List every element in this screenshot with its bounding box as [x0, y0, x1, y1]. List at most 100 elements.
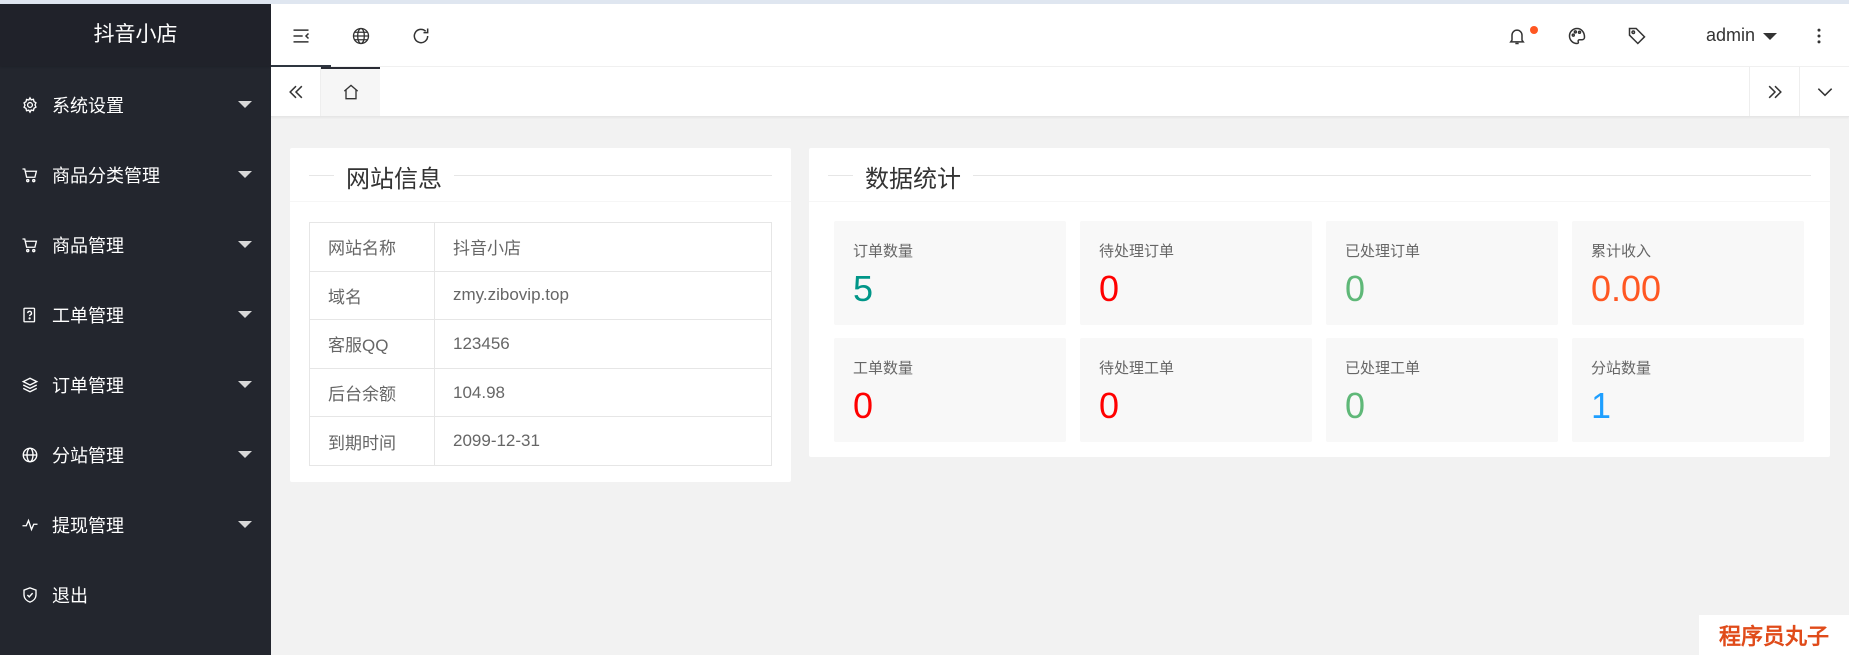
cart-icon [20, 235, 40, 255]
site-info-table: 网站名称 抖音小店 域名 zmy.zibovip.top 客服QQ 123456… [309, 222, 772, 466]
caret-down-icon [238, 521, 252, 528]
top-header: admin [271, 4, 1849, 67]
info-key: 域名 [309, 270, 435, 321]
stat-processed-tickets: 已处理工单 0 [1326, 338, 1558, 442]
stat-pending-tickets: 待处理工单 0 [1080, 338, 1312, 442]
stat-label: 累计收入 [1591, 243, 1652, 260]
tab-scroll-right-button[interactable] [1749, 67, 1799, 116]
app-logo: 抖音小店 [0, 4, 271, 66]
sidebar-item-ticket-management[interactable]: 工单管理 [0, 280, 271, 350]
table-row: 后台余额 104.98 [309, 367, 772, 418]
globe-icon [20, 445, 40, 465]
stat-total-income: 累计收入 0.00 [1572, 221, 1804, 325]
info-value: 104.98 [434, 367, 772, 418]
sidebar-item-system-settings[interactable]: 系统设置 [0, 70, 271, 140]
caret-down-icon [238, 241, 252, 248]
info-key: 到期时间 [309, 416, 435, 466]
bell-icon [1509, 28, 1525, 44]
sidebar-item-label: 商品分类管理 [52, 166, 160, 186]
ticket-icon [20, 305, 40, 325]
stat-value: 0 [853, 385, 874, 426]
notification-button[interactable] [1487, 4, 1547, 67]
card-header: 数据统计 [809, 148, 1830, 202]
gear-icon [20, 95, 40, 115]
sidebar-item-logout[interactable]: 退出 [0, 560, 271, 630]
sidebar-item-withdrawal-management[interactable]: 提现管理 [0, 490, 271, 560]
card-title: 数据统计 [853, 159, 973, 194]
site-info-card: 网站信息 网站名称 抖音小店 域名 zmy.zibovip.top 客服QQ 1… [290, 148, 791, 482]
stat-value: 0 [1345, 268, 1366, 309]
tag-button[interactable] [1607, 4, 1667, 67]
sidebar-item-label: 工单管理 [52, 306, 124, 326]
stat-label: 待处理订单 [1099, 243, 1175, 260]
stat-label: 待处理工单 [1099, 360, 1175, 377]
stat-order-count: 订单数量 5 [834, 221, 1066, 325]
info-value: zmy.zibovip.top [434, 270, 772, 321]
stats-card: 数据统计 订单数量 5 待处理订单 0 已处理订单 0 累计收入 0.00 工单… [809, 148, 1830, 457]
cart-icon [20, 165, 40, 185]
info-value: 2099-12-31 [434, 416, 772, 466]
sidebar-item-product-management[interactable]: 商品管理 [0, 210, 271, 280]
refresh-button[interactable] [391, 4, 451, 67]
info-value: 123456 [434, 319, 772, 369]
table-row: 网站名称 抖音小店 [309, 222, 772, 272]
menu-fold-button[interactable] [271, 4, 331, 67]
sidebar-item-label: 系统设置 [52, 96, 124, 116]
stat-value: 5 [853, 268, 874, 309]
tab-options-button[interactable] [1799, 67, 1849, 116]
table-row: 域名 zmy.zibovip.top [309, 270, 772, 321]
info-key: 网站名称 [309, 222, 435, 272]
table-row: 到期时间 2099-12-31 [309, 416, 772, 466]
caret-down-icon [1763, 33, 1778, 40]
tag-icon [1628, 27, 1646, 45]
info-key: 客服QQ [309, 319, 435, 369]
card-header: 网站信息 [290, 148, 791, 202]
stat-label: 订单数量 [853, 243, 914, 260]
theme-button[interactable] [1547, 4, 1607, 67]
stat-value: 0.00 [1591, 268, 1662, 309]
sidebar-item-label: 订单管理 [52, 376, 124, 396]
layers-icon [20, 375, 40, 395]
notification-dot [1530, 26, 1538, 34]
refresh-icon [413, 28, 429, 43]
watermark-text: 程序员丸子 [1718, 624, 1829, 649]
tab-scroll-left-button[interactable] [271, 67, 321, 116]
website-button[interactable] [331, 4, 391, 67]
sidebar-item-substation-management[interactable]: 分站管理 [0, 420, 271, 490]
sidebar-item-label: 商品管理 [52, 236, 124, 256]
home-icon [343, 83, 358, 99]
more-vertical-icon [1817, 28, 1821, 43]
stat-ticket-count: 工单数量 0 [834, 338, 1066, 442]
caret-down-icon [238, 451, 252, 458]
info-value: 抖音小店 [434, 222, 772, 272]
double-chevron-left-icon [288, 85, 302, 98]
more-button[interactable] [1789, 4, 1849, 67]
stat-label: 工单数量 [853, 360, 914, 377]
palette-icon [1568, 27, 1586, 44]
globe-icon [352, 27, 370, 44]
tab-home[interactable] [321, 67, 380, 116]
sidebar: 抖音小店 系统设置 商品分类管理 商品管理 工单管理 订单管理 分站管理 提现管… [0, 4, 271, 655]
stat-value: 1 [1591, 385, 1612, 426]
chevron-down-icon [1817, 87, 1832, 96]
sidebar-item-category-management[interactable]: 商品分类管理 [0, 140, 271, 210]
stat-label: 已处理订单 [1345, 243, 1421, 260]
caret-down-icon [238, 311, 252, 318]
sidebar-item-order-management[interactable]: 订单管理 [0, 350, 271, 420]
card-title: 网站信息 [334, 159, 454, 194]
user-name-label: admin [1706, 25, 1756, 45]
stat-processed-orders: 已处理订单 0 [1326, 221, 1558, 325]
tab-bar [271, 67, 1849, 117]
watermark: 程序员丸子 [1699, 615, 1849, 655]
sidebar-item-label: 提现管理 [52, 516, 124, 536]
sidebar-item-label: 退出 [52, 586, 88, 606]
stat-pending-orders: 待处理订单 0 [1080, 221, 1312, 325]
shield-check-icon [20, 585, 40, 605]
sidebar-item-label: 分站管理 [52, 446, 124, 466]
user-menu[interactable]: admin [1706, 4, 1778, 67]
caret-down-icon [238, 171, 252, 178]
stat-value: 0 [1345, 385, 1366, 426]
stat-label: 分站数量 [1591, 360, 1652, 377]
stat-value: 0 [1099, 385, 1120, 426]
caret-down-icon [238, 101, 252, 108]
